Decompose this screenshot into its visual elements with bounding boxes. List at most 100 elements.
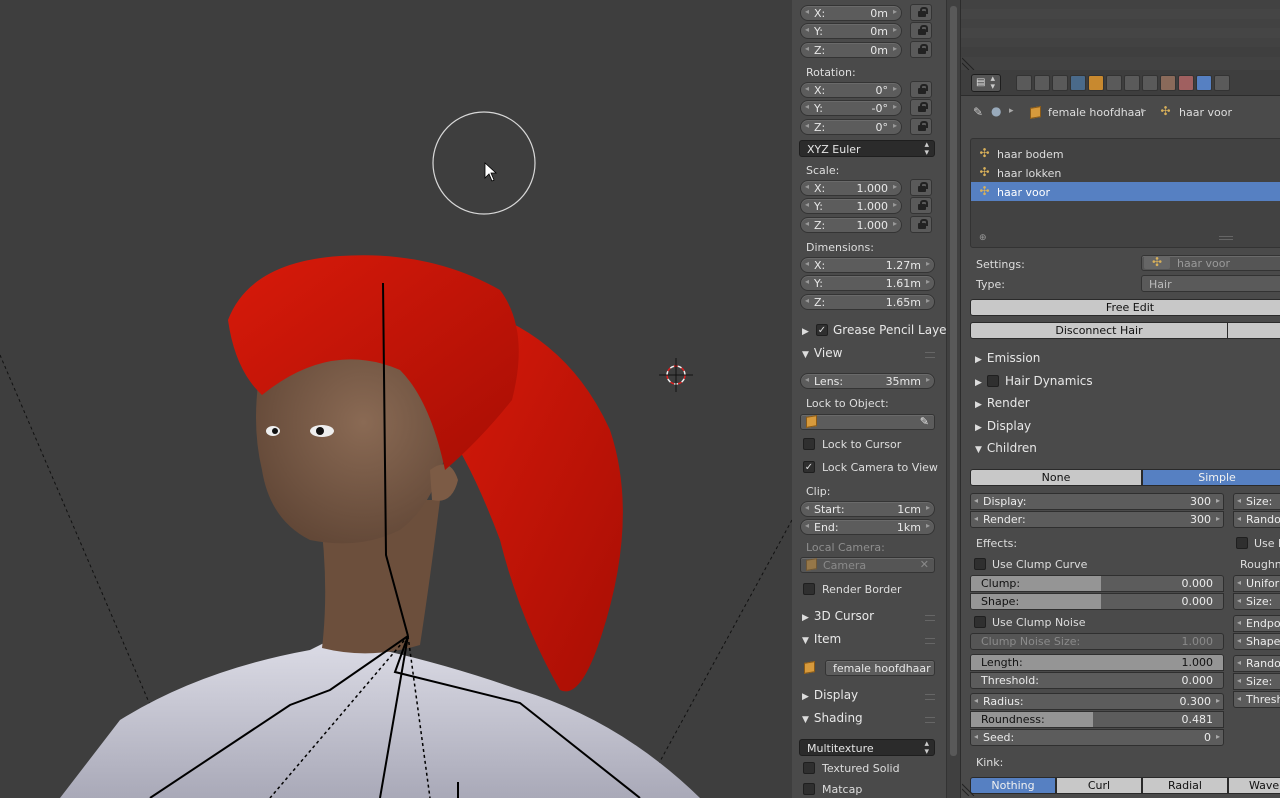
drag-grip-icon[interactable] [925,352,935,358]
location-y-field[interactable]: ◂ Y: 0m ▸ [800,23,902,39]
use-clump-noise-checkbox[interactable] [974,616,986,628]
render-border-checkbox[interactable] [803,583,815,595]
emission-panel-header[interactable]: ▶ Emission [975,351,1040,365]
lock-scale-z-icon[interactable] [910,216,932,233]
lock-to-object-field[interactable]: ✎ [800,414,935,430]
dimensions-z-field[interactable]: ◂ Z: 1.65m ▸ [800,294,935,310]
textured-solid-checkbox[interactable] [803,762,815,774]
hair-dynamics-panel-header[interactable]: ▶ [975,374,987,388]
children-simple-button[interactable]: Simple [1142,469,1280,486]
view-panel-header[interactable]: ▼ View [802,346,842,360]
material-tab-icon[interactable] [1160,75,1176,91]
clump-slider[interactable]: Clump: 0.000 [970,575,1224,592]
lock-rotation-z-icon[interactable] [910,118,932,135]
modifiers-tab-icon[interactable] [1124,75,1140,91]
world-tab-icon[interactable] [1070,75,1086,91]
children-render-field[interactable]: ◂ Render: 300 ▸ [970,511,1224,528]
lock-scale-y-icon[interactable] [910,197,932,214]
local-camera-field[interactable]: Camera ✕ [800,557,935,573]
lock-location-y-icon[interactable] [910,22,932,39]
scrollbar-thumb[interactable] [950,6,957,756]
grease-pencil-panel-header[interactable]: ▶ [802,323,814,337]
random-threshold-field[interactable]: ◂ Thresh [1233,691,1280,708]
location-z-field[interactable]: ◂ Z: 0m ▸ [800,42,902,58]
drag-grip-icon[interactable] [925,717,935,723]
children-display-field[interactable]: ◂ Display: 300 ▸ [970,493,1224,510]
rotation-x-field[interactable]: ◂ X: 0° ▸ [800,82,902,98]
kink-radial-button[interactable]: Radial [1142,777,1228,794]
particle-system-list[interactable]: ✣ haar bodem ✣ haar lokken ✣ haar voor ⊕ [970,138,1280,248]
3d-viewport[interactable] [0,0,792,798]
dimensions-x-field[interactable]: ◂ X: 1.27m ▸ [800,257,935,273]
clip-start-field[interactable]: ◂ Start: 1cm ▸ [800,501,935,517]
scale-y-field[interactable]: ◂ Y: 1.000 ▸ [800,198,902,214]
children-none-button[interactable]: None [970,469,1142,486]
kink-nothing-button[interactable]: Nothing [970,777,1056,794]
scale-x-field[interactable]: ◂ X: 1.000 ▸ [800,180,902,196]
n-panel-scrollbar[interactable] [946,0,960,798]
lock-to-cursor-checkbox[interactable] [803,438,815,450]
item-name-field[interactable]: female hoofdhaar [825,660,935,676]
particles-tab-icon[interactable] [1196,75,1212,91]
settings-field[interactable]: ✣ haar voor [1141,255,1280,271]
use-clump-curve-checkbox[interactable] [974,558,986,570]
object-tab-icon[interactable] [1088,75,1104,91]
list-item[interactable]: ✣ haar lokken [971,163,1280,182]
rotation-z-field[interactable]: ◂ Z: 0° ▸ [800,119,902,135]
scene-tab-icon[interactable] [1052,75,1068,91]
kink-curl-button[interactable]: Curl [1056,777,1142,794]
dimensions-y-field[interactable]: ◂ Y: 1.61m ▸ [800,275,935,291]
shading-mode-select[interactable]: Multitexture ▴ ▾ [799,739,935,757]
render-panel-header[interactable]: ▶ Render [975,396,1030,410]
clump-noise-size-field[interactable]: Clump Noise Size: 1.000 [970,633,1224,650]
matcap-checkbox[interactable] [803,783,815,795]
drag-grip-icon[interactable] [925,638,935,644]
random-roughness-size-field[interactable]: ◂ Size: [1233,673,1280,690]
eyedropper-icon[interactable]: ✎ [920,415,929,428]
lens-field[interactable]: ◂ Lens: 35mm ▸ [800,373,935,389]
list-resize-grip-icon[interactable] [1219,236,1233,240]
endpoint-roughness-field[interactable]: ◂Endpoir [1233,615,1280,632]
threshold-slider[interactable]: Threshold: 0.000 [970,672,1224,689]
lock-scale-x-icon[interactable] [910,179,932,196]
render-tab-icon[interactable] [1016,75,1032,91]
list-item-selected[interactable]: ✣ haar voor [971,182,1280,201]
constraints-tab-icon[interactable] [1106,75,1122,91]
children-panel-header[interactable]: ▼ Children [975,441,1037,455]
random-roughness-field[interactable]: ◂Randor [1233,655,1280,672]
lock-rotation-x-icon[interactable] [910,81,932,98]
roundness-slider[interactable]: Roundness: 0.481 [970,711,1224,728]
scale-z-field[interactable]: ◂ Z: 1.000 ▸ [800,217,902,233]
list-item[interactable]: ✣ haar bodem [971,144,1280,163]
endpoint-shape-field[interactable]: ◂Shape: [1233,633,1280,650]
outliner-area[interactable] [960,0,1280,70]
shape-slider[interactable]: Shape: 0.000 [970,593,1224,610]
drag-grip-icon[interactable] [925,694,935,700]
breadcrumb-object[interactable]: female hoofdhaar [1048,106,1146,119]
physics-tab-icon[interactable] [1214,75,1230,91]
lock-location-z-icon[interactable] [910,41,932,58]
hair-dynamics-checkbox[interactable] [987,375,999,387]
clip-end-field[interactable]: ◂ End: 1km ▸ [800,519,935,535]
size-field[interactable]: ◂ Size: [1233,493,1280,510]
area-split-corner-icon[interactable] [962,782,976,796]
texture-tab-icon[interactable] [1178,75,1194,91]
rotation-y-field[interactable]: ◂ Y: -0° ▸ [800,100,902,116]
kink-wave-button[interactable]: Wave [1228,777,1280,794]
particle-settings-icon[interactable]: ✣ [1144,256,1170,269]
item-panel-header[interactable]: ▼ Item [802,632,841,646]
shading-panel-header[interactable]: ▼ Shading [802,711,863,725]
disconnect-hair-button[interactable]: Disconnect Hair [970,322,1228,339]
3d-cursor-panel-header[interactable]: ▶ 3D Cursor [802,609,874,623]
connect-hair-button[interactable] [1227,322,1280,339]
seed-field[interactable]: ◂ Seed: 0 ▸ [970,729,1224,746]
data-tab-icon[interactable] [1142,75,1158,91]
length-slider[interactable]: Length: 1.000 [970,654,1224,671]
area-split-corner-icon[interactable] [962,56,976,70]
radius-field[interactable]: ◂ Radius: 0.300 ▸ [970,693,1224,710]
use-roughness-curve-checkbox[interactable] [1236,537,1248,549]
grease-pencil-checkbox[interactable]: ✓ [816,324,828,336]
type-select[interactable]: Hair [1141,275,1280,292]
list-filter-icon[interactable]: ⊕ [979,233,987,243]
uniform-roughness-field[interactable]: ◂ Uniforr [1233,575,1280,592]
